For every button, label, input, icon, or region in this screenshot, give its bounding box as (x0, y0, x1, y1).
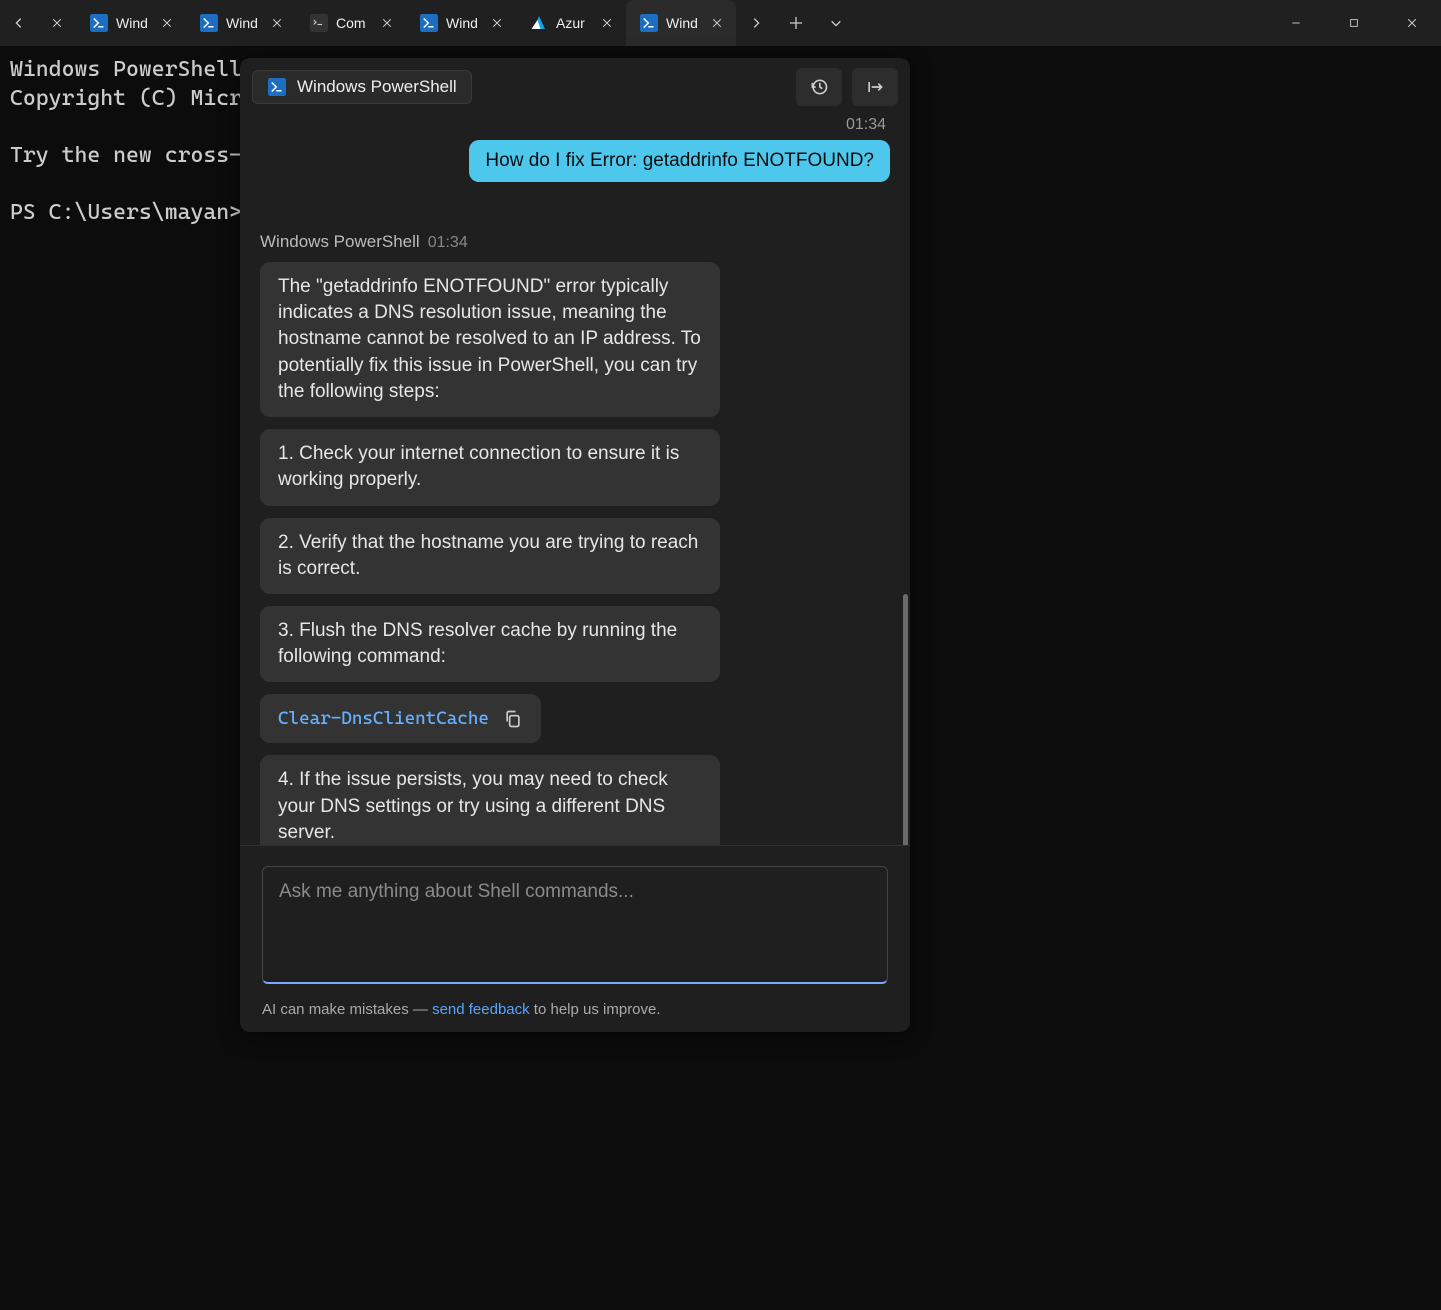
user-message-bubble: How do I fix Error: getaddrinfo ENOTFOUN… (469, 140, 890, 182)
chat-panel: Windows PowerShell 01:34 How do I fix Er… (240, 58, 910, 1032)
tab-label: Wind (226, 15, 258, 31)
tab-close-button[interactable] (486, 12, 508, 34)
assistant-meta: Windows PowerShell 01:34 (260, 232, 890, 252)
assistant-time: 01:34 (428, 234, 468, 252)
assistant-bubble: 1. Check your internet connection to ens… (260, 429, 720, 505)
assistant-bubble: The "getaddrinfo ENOTFOUND" error typica… (260, 262, 720, 417)
tab-label: Azur (556, 15, 588, 31)
assistant-name: Windows PowerShell (260, 232, 420, 252)
tab-close-leading[interactable] (38, 0, 76, 46)
tab-label: Wind (666, 15, 698, 31)
tab-scroll-left[interactable] (0, 0, 38, 46)
tab[interactable]: Wind (186, 0, 296, 46)
maximize-button[interactable] (1325, 0, 1383, 46)
tab[interactable]: Azur (516, 0, 626, 46)
tab-close-button[interactable] (266, 12, 288, 34)
copy-code-button[interactable] (503, 709, 523, 729)
tab-close-button[interactable] (596, 12, 618, 34)
user-message-time: 01:34 (260, 116, 890, 134)
tab[interactable]: Wind (626, 0, 736, 46)
tab-scroll-right[interactable] (736, 0, 776, 46)
powershell-icon (267, 77, 287, 97)
code-text: Clear-DnsClientCache (278, 708, 489, 729)
chat-history-button[interactable] (796, 68, 842, 106)
chat-context-pill[interactable]: Windows PowerShell (252, 70, 472, 104)
disclaimer-suffix: to help us improve. (530, 1001, 661, 1018)
tab[interactable]: Com (296, 0, 406, 46)
send-feedback-link[interactable]: send feedback (432, 1001, 530, 1018)
assistant-code-bubble: Clear-DnsClientCache (260, 694, 541, 743)
assistant-bubble: 4. If the issue persists, you may need t… (260, 755, 720, 845)
chat-input-area (240, 845, 910, 997)
scrollbar-thumb[interactable] (903, 594, 908, 845)
tab-label: Wind (446, 15, 478, 31)
tab-close-button[interactable] (706, 12, 728, 34)
tab-label: Wind (116, 15, 148, 31)
assistant-bubble: 3. Flush the DNS resolver cache by runni… (260, 606, 720, 682)
disclaimer-prefix: AI can make mistakes — (262, 1001, 432, 1018)
chat-input[interactable] (262, 866, 888, 984)
powershell-icon (640, 14, 658, 32)
tab-label: Com (336, 15, 368, 31)
chat-disclaimer: AI can make mistakes — send feedback to … (240, 997, 910, 1032)
minimize-button[interactable] (1267, 0, 1325, 46)
window-controls (1267, 0, 1441, 46)
powershell-icon (90, 14, 108, 32)
terminal-prompt: PS C:\Users\mayan> (10, 200, 255, 225)
powershell-icon (420, 14, 438, 32)
tab[interactable]: Wind (406, 0, 516, 46)
chat-context-label: Windows PowerShell (297, 77, 457, 97)
tab[interactable]: Wind (76, 0, 186, 46)
tabs-container: Wind Wind Com Wind Azur Wind (76, 0, 736, 46)
tab-close-button[interactable] (376, 12, 398, 34)
tab-actions (736, 0, 856, 46)
assistant-bubble: 2. Verify that the hostname you are tryi… (260, 518, 720, 594)
tab-close-button[interactable] (156, 12, 178, 34)
tab-bar: Wind Wind Com Wind Azur Wind (0, 0, 1441, 46)
new-tab-button[interactable] (776, 0, 816, 46)
chat-body: 01:34 How do I fix Error: getaddrinfo EN… (240, 116, 910, 845)
chat-expand-button[interactable] (852, 68, 898, 106)
powershell-icon (200, 14, 218, 32)
terminal-line: Windows PowerShell (10, 57, 242, 82)
chat-header: Windows PowerShell (240, 58, 910, 116)
tab-dropdown-button[interactable] (816, 0, 856, 46)
azure-icon (530, 14, 548, 32)
cmd-icon (310, 14, 328, 32)
close-window-button[interactable] (1383, 0, 1441, 46)
